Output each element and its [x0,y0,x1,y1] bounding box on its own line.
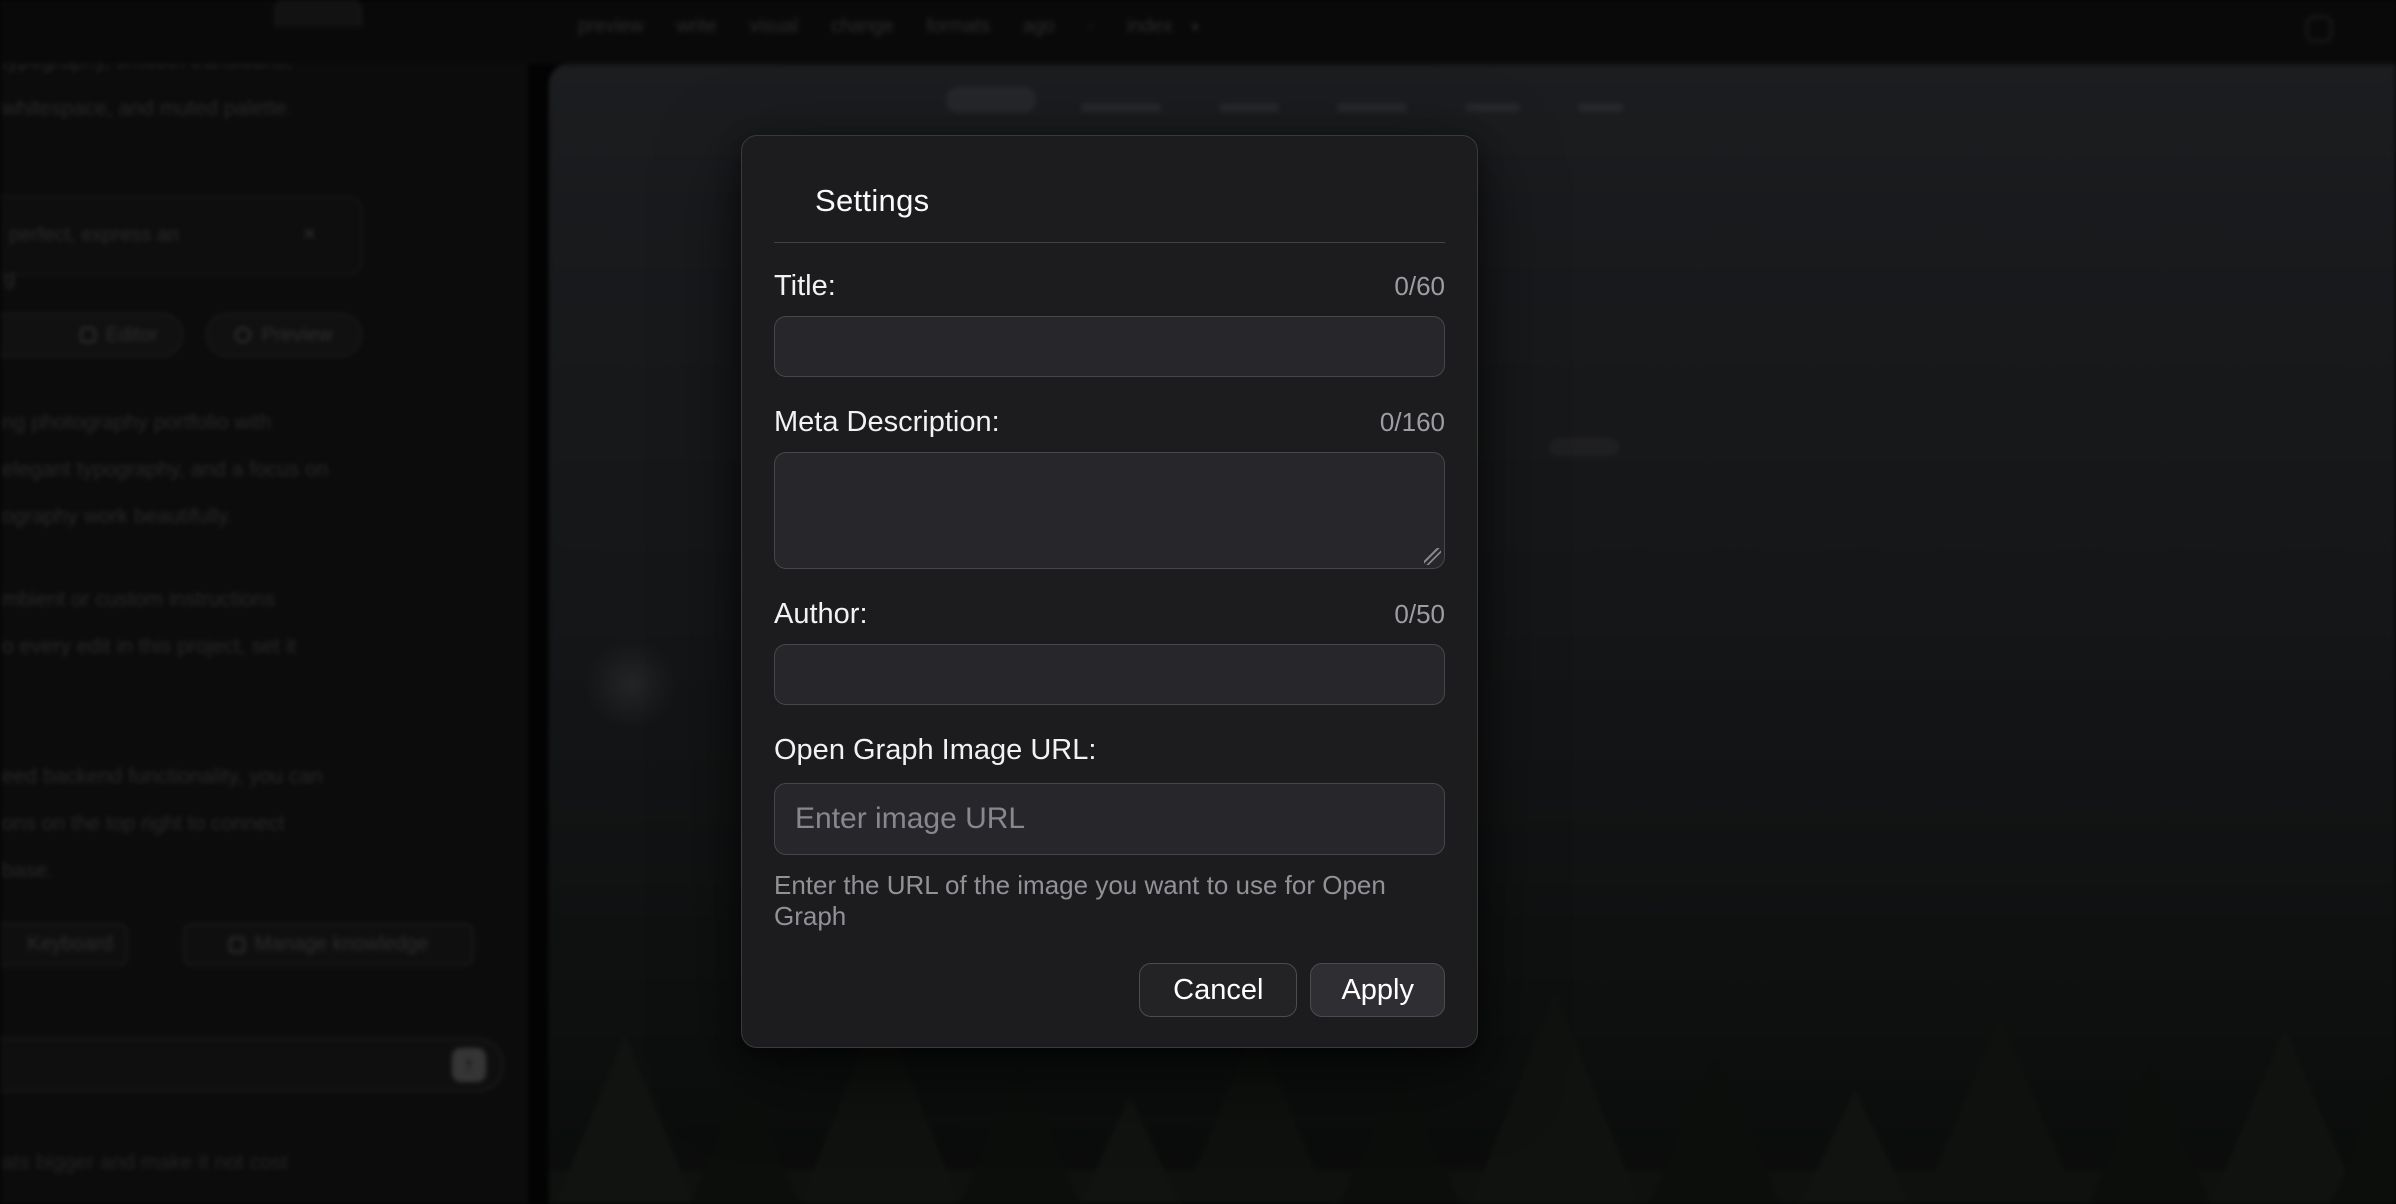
meta-description-field-header: Meta Description: 0/160 [774,406,1445,439]
author-field-header: Author: 0/50 [774,598,1445,631]
dialog-button-row: Cancel Apply [774,963,1445,1017]
og-image-field-header: Open Graph Image URL: [774,734,1445,767]
apply-button[interactable]: Apply [1310,963,1445,1017]
og-image-label: Open Graph Image URL: [774,734,1096,767]
meta-description-label: Meta Description: [774,406,1000,439]
meta-description-textarea[interactable] [774,452,1445,569]
textarea-resize-handle[interactable] [1424,548,1441,565]
author-counter: 0/50 [1394,599,1445,630]
author-label: Author: [774,598,868,631]
cancel-button[interactable]: Cancel [1139,963,1297,1017]
title-label: Title: [774,270,836,303]
title-field-header: Title: 0/60 [774,270,1445,303]
title-counter: 0/60 [1394,271,1445,302]
og-helper-text: Enter the URL of the image you want to u… [774,870,1445,932]
meta-description-counter: 0/160 [1380,407,1445,438]
title-input[interactable] [774,316,1445,377]
app-screen: typography, smooth transitions, whitespa… [0,0,2396,1204]
author-input[interactable] [774,644,1445,705]
settings-dialog: Settings Title: 0/60 Meta Description: 0… [741,135,1478,1048]
og-image-url-input[interactable] [774,783,1445,855]
dialog-title: Settings [815,182,1445,220]
dialog-divider [774,242,1445,243]
